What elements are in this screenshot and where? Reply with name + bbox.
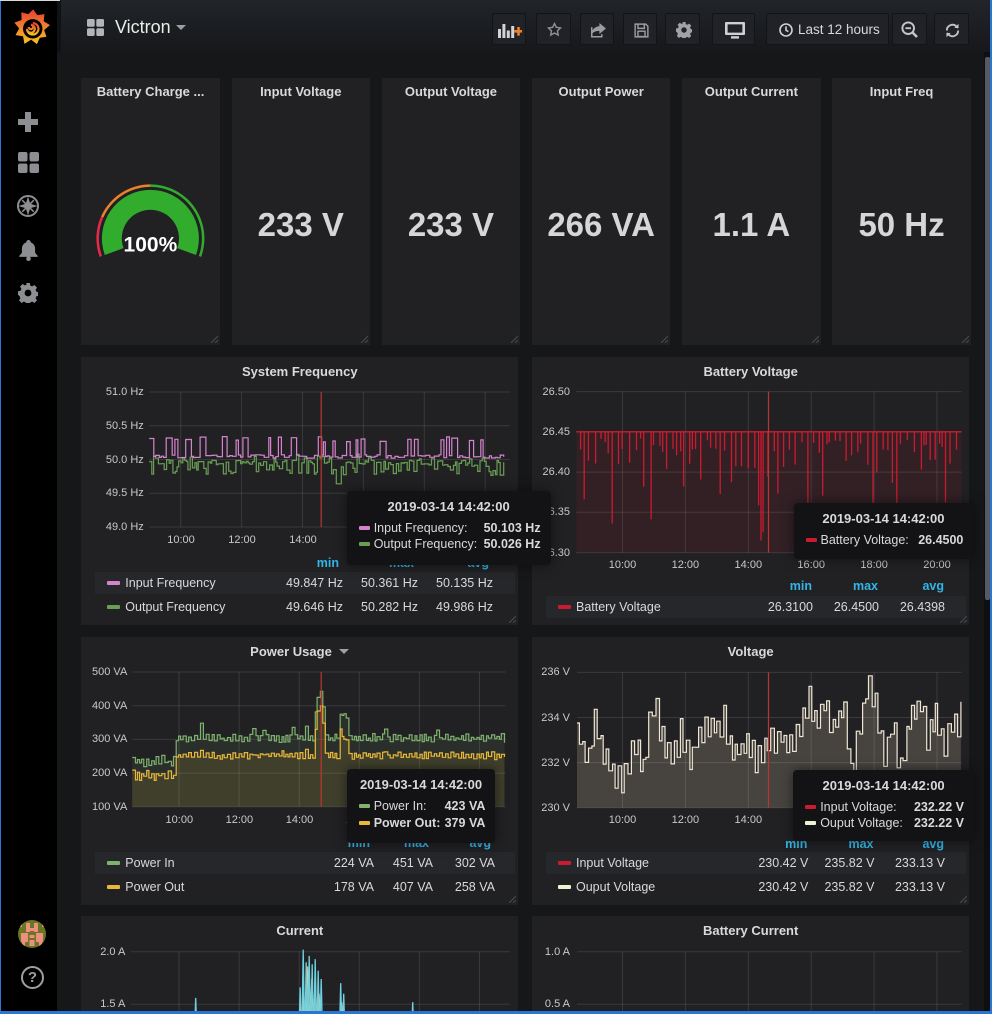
svg-text:100%: 100% — [124, 233, 178, 256]
